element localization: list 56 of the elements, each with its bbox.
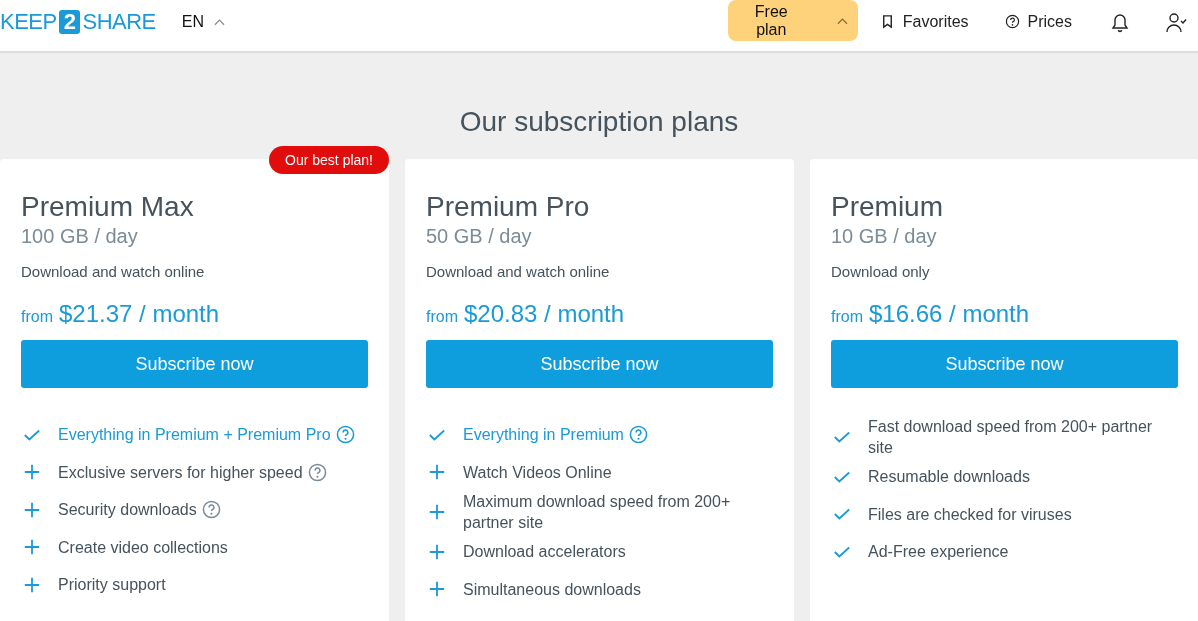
plus-icon — [428, 542, 446, 561]
price-prefix: from — [21, 308, 53, 326]
plus-icon — [428, 580, 446, 599]
caret-icon — [214, 17, 225, 26]
feature-text: Priority support — [58, 575, 166, 596]
subscribe-button[interactable]: Subscribe now — [426, 340, 773, 388]
plan-description: Download and watch online — [426, 263, 611, 280]
feature-text: Watch Videos Online — [463, 462, 612, 483]
caret-icon — [836, 16, 848, 25]
feature-text: Download accelerators — [463, 542, 626, 563]
plus-icon — [428, 463, 446, 482]
feature-text: Maximum download speed from 200+ partner site — [463, 492, 732, 533]
plan-name: Premium — [831, 191, 944, 223]
feature-text: Files are checked for viruses — [868, 504, 1072, 525]
plus-icon — [23, 575, 41, 594]
help-icon[interactable] — [628, 425, 648, 445]
plan-quota: 10 GB / day — [831, 225, 938, 248]
feature-text: Security downloads — [58, 499, 221, 521]
logo-text[interactable]: SHARE — [82, 8, 156, 35]
plan-quota: 100 GB / day — [21, 225, 139, 248]
plus-icon — [23, 463, 41, 482]
feature-text: Everything in Premium — [463, 424, 648, 446]
best-plan-badge: Our best plan! — [269, 146, 389, 174]
plan-price: $20.83 / month — [464, 300, 625, 328]
feature-text: Simultaneous downloads — [463, 579, 641, 600]
price-prefix: from — [426, 308, 458, 326]
plan-name: Premium Max — [21, 191, 195, 223]
logo-mark[interactable]: 2 — [58, 9, 81, 34]
logo-text[interactable]: KEEP — [0, 8, 57, 35]
price-prefix: from — [831, 308, 863, 326]
plan-description: Download and watch online — [21, 263, 206, 280]
plan-quota: 50 GB / day — [426, 225, 533, 248]
plan-name: Premium Pro — [426, 191, 591, 223]
help-icon[interactable] — [201, 500, 221, 520]
help-icon — [1004, 14, 1020, 29]
plus-icon — [428, 503, 446, 521]
section-title: Our subscription plans — [458, 105, 740, 139]
feature-text: Fast download speed from 200+ partner site — [868, 417, 1154, 458]
language-selector[interactable]: EN — [181, 12, 225, 31]
feature-text: Create video collections — [58, 537, 228, 558]
feature-text: Ad-Free experience — [868, 542, 1009, 563]
plan-description: Download only — [831, 263, 931, 280]
feature-text: Resumable downloads — [868, 467, 1030, 488]
nav-link[interactable]: Favorites — [879, 12, 969, 31]
plus-icon — [23, 500, 41, 519]
plan-price: $21.37 / month — [59, 300, 220, 328]
plan-price: $16.66 / month — [869, 300, 1030, 328]
feature-text: Exclusive servers for higher speed — [58, 461, 327, 483]
plan-button[interactable]: Free plan — [727, 0, 858, 41]
help-icon[interactable] — [335, 425, 355, 445]
nav-link[interactable]: Prices — [1004, 12, 1072, 31]
subscribe-button[interactable]: Subscribe now — [21, 340, 368, 388]
subscribe-button[interactable]: Subscribe now — [831, 340, 1178, 388]
feature-text: Everything in Premium + Premium Pro — [58, 424, 355, 446]
help-icon[interactable] — [307, 462, 327, 482]
plus-icon — [23, 538, 41, 557]
